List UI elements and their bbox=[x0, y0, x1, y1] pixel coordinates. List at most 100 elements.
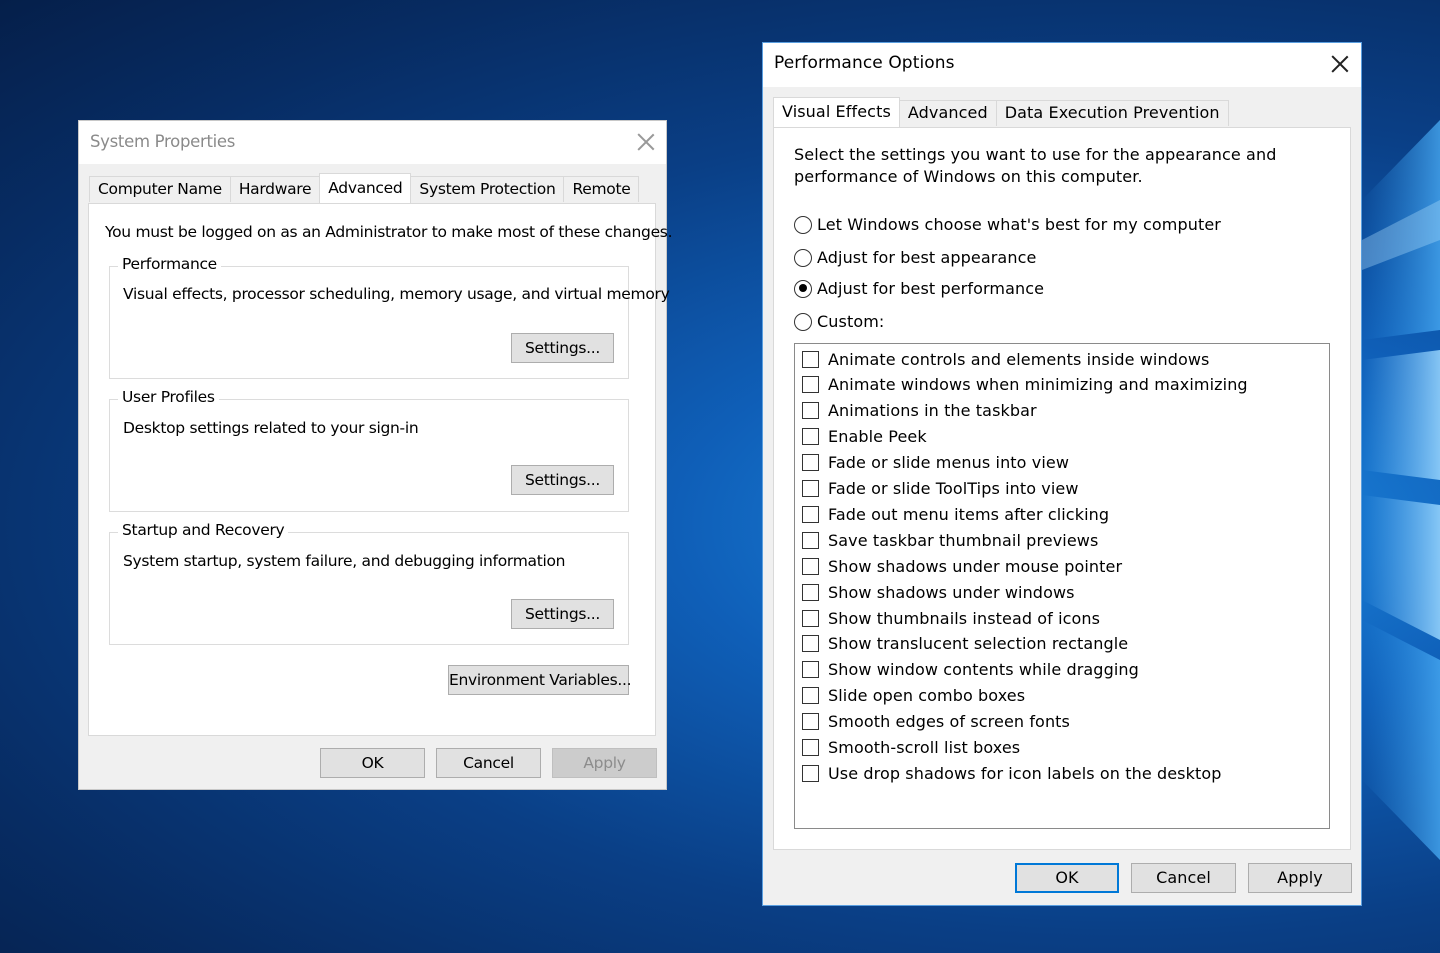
effect-checkbox-item[interactable]: Show translucent selection rectangle bbox=[802, 633, 1128, 655]
effect-checkbox-item[interactable]: Show window contents while dragging bbox=[802, 659, 1139, 681]
effect-checkbox-item[interactable]: Show shadows under mouse pointer bbox=[802, 555, 1122, 577]
effect-checkbox-item[interactable]: Animate windows when minimizing and maxi… bbox=[802, 374, 1248, 396]
radio-label: Let Windows choose what's best for my co… bbox=[817, 215, 1221, 234]
checkbox-label: Animate controls and elements inside win… bbox=[828, 349, 1210, 369]
checkbox[interactable] bbox=[802, 713, 819, 731]
checkbox[interactable] bbox=[802, 505, 819, 523]
tab-advanced[interactable]: Advanced bbox=[319, 173, 412, 203]
tab-remote[interactable]: Remote bbox=[563, 176, 640, 202]
close-icon[interactable] bbox=[636, 132, 656, 152]
checkbox-label: Show translucent selection rectangle bbox=[828, 634, 1129, 654]
effect-checkbox-item[interactable]: Enable Peek bbox=[802, 426, 927, 448]
checkbox[interactable] bbox=[802, 739, 819, 756]
checkbox[interactable] bbox=[802, 609, 819, 627]
group-title: User Profiles bbox=[118, 388, 219, 406]
radio-label: Custom: bbox=[817, 312, 885, 331]
tab-advanced[interactable]: Advanced bbox=[898, 100, 997, 126]
checkbox-label: Show thumbnails instead of icons bbox=[828, 608, 1101, 628]
radio-button[interactable] bbox=[794, 248, 812, 267]
apply-button[interactable]: Apply bbox=[1248, 863, 1352, 893]
radio-custom[interactable]: Custom: bbox=[794, 312, 884, 331]
tab-data-execution-prevention[interactable]: Data Execution Prevention bbox=[995, 100, 1229, 126]
checkbox-label: Animate windows when minimizing and maxi… bbox=[828, 375, 1248, 395]
checkbox-label: Fade out menu items after clicking bbox=[828, 504, 1110, 524]
user-profiles-group: User Profiles Desktop settings related t… bbox=[109, 388, 629, 512]
checkbox-label: Show shadows under windows bbox=[828, 582, 1075, 602]
user-profiles-settings-button[interactable]: Settings... bbox=[511, 465, 614, 495]
tab-strip: Visual Effects Advanced Data Execution P… bbox=[773, 97, 1229, 127]
radio-let-windows-choose[interactable]: Let Windows choose what's best for my co… bbox=[794, 215, 1221, 234]
tab-visual-effects[interactable]: Visual Effects bbox=[773, 97, 900, 127]
environment-variables-button[interactable]: Environment Variables... bbox=[448, 665, 632, 695]
title-bar[interactable]: Performance Options bbox=[763, 43, 1361, 87]
radio-best-appearance[interactable]: Adjust for best appearance bbox=[794, 248, 1036, 267]
checkbox-label: Animations in the taskbar bbox=[828, 401, 1037, 421]
checkbox-label: Smooth edges of screen fonts bbox=[828, 712, 1070, 732]
checkbox-label: Smooth-scroll list boxes bbox=[828, 738, 1021, 757]
performance-options-dialog: Performance Options Visual Effects Advan… bbox=[762, 42, 1362, 906]
group-title: Startup and Recovery bbox=[118, 521, 289, 539]
checkbox[interactable] bbox=[802, 635, 819, 653]
group-title: Performance bbox=[118, 255, 221, 273]
cancel-button[interactable]: Cancel bbox=[436, 748, 541, 778]
checkbox[interactable] bbox=[802, 480, 819, 497]
apply-button[interactable]: Apply bbox=[552, 748, 657, 778]
tab-hardware[interactable]: Hardware bbox=[229, 176, 321, 202]
effect-checkbox-item[interactable]: Show thumbnails instead of icons bbox=[802, 607, 1100, 629]
intro-text: Select the settings you want to use for … bbox=[794, 145, 1277, 186]
checkbox[interactable] bbox=[802, 350, 819, 368]
checkbox-label: Enable Peek bbox=[828, 427, 927, 447]
ok-button[interactable]: OK bbox=[1015, 863, 1119, 893]
checkbox-label: Save taskbar thumbnail previews bbox=[828, 530, 1099, 550]
effect-checkbox-item[interactable]: Slide open combo boxes bbox=[802, 685, 1025, 707]
checkbox[interactable] bbox=[802, 764, 819, 782]
group-description: Desktop settings related to your sign-in bbox=[123, 419, 419, 437]
system-properties-dialog: System Properties Computer Name Hardware… bbox=[78, 120, 673, 790]
cancel-button[interactable]: Cancel bbox=[1131, 863, 1236, 893]
dialog-title: System Properties bbox=[90, 132, 236, 151]
checkbox-label: Fade or slide menus into view bbox=[828, 453, 1070, 473]
radio-best-performance[interactable]: Adjust for best performance bbox=[794, 279, 1044, 298]
tab-system-protection[interactable]: System Protection bbox=[410, 176, 565, 202]
radio-button[interactable] bbox=[794, 312, 812, 331]
effect-checkbox-item[interactable]: Smooth-scroll list boxes bbox=[802, 737, 1020, 759]
tab-strip: Computer Name Hardware Advanced System P… bbox=[89, 173, 640, 203]
effect-checkbox-item[interactable]: Use drop shadows for icon labels on the … bbox=[802, 762, 1221, 784]
effect-checkbox-item[interactable]: Save taskbar thumbnail previews bbox=[802, 529, 1098, 551]
checkbox[interactable] bbox=[802, 428, 819, 446]
effect-checkbox-item[interactable]: Animations in the taskbar bbox=[802, 400, 1037, 422]
effect-checkbox-item[interactable]: Smooth edges of screen fonts bbox=[802, 711, 1070, 733]
checkbox[interactable] bbox=[802, 531, 819, 549]
radio-label: Adjust for best performance bbox=[817, 279, 1045, 298]
checkbox[interactable] bbox=[802, 376, 819, 394]
checkbox-label: Slide open combo boxes bbox=[828, 686, 1026, 706]
checkbox-label: Use drop shadows for icon labels on the … bbox=[828, 763, 1222, 783]
tab-computer-name[interactable]: Computer Name bbox=[89, 176, 231, 202]
group-description: Visual effects, processor scheduling, me… bbox=[123, 285, 670, 303]
effect-checkbox-item[interactable]: Fade or slide ToolTips into view bbox=[802, 478, 1079, 500]
title-bar[interactable]: System Properties bbox=[79, 121, 666, 164]
admin-notice: You must be logged on as an Administrato… bbox=[105, 223, 673, 241]
effect-checkbox-item[interactable]: Fade or slide menus into view bbox=[802, 452, 1069, 474]
checkbox[interactable] bbox=[802, 661, 819, 679]
effect-checkbox-item[interactable]: Animate controls and elements inside win… bbox=[802, 348, 1210, 370]
checkbox[interactable] bbox=[802, 402, 819, 420]
radio-button[interactable] bbox=[794, 279, 812, 298]
checkbox-label: Show window contents while dragging bbox=[828, 660, 1139, 680]
checkbox[interactable] bbox=[802, 557, 819, 575]
group-description: System startup, system failure, and debu… bbox=[123, 552, 566, 570]
dialog-title: Performance Options bbox=[774, 53, 955, 73]
checkbox[interactable] bbox=[802, 454, 819, 472]
visual-effects-list[interactable]: Animate controls and elements inside win… bbox=[794, 343, 1330, 829]
close-icon[interactable] bbox=[1330, 54, 1350, 74]
performance-settings-button[interactable]: Settings... bbox=[511, 333, 614, 363]
radio-button[interactable] bbox=[794, 215, 812, 234]
checkbox-label: Fade or slide ToolTips into view bbox=[828, 479, 1079, 498]
effect-checkbox-item[interactable]: Fade out menu items after clicking bbox=[802, 503, 1109, 525]
checkbox[interactable] bbox=[802, 687, 819, 705]
startup-recovery-settings-button[interactable]: Settings... bbox=[511, 599, 614, 629]
ok-button[interactable]: OK bbox=[320, 748, 425, 778]
checkbox-label: Show shadows under mouse pointer bbox=[828, 556, 1123, 576]
effect-checkbox-item[interactable]: Show shadows under windows bbox=[802, 581, 1075, 603]
checkbox[interactable] bbox=[802, 583, 819, 601]
